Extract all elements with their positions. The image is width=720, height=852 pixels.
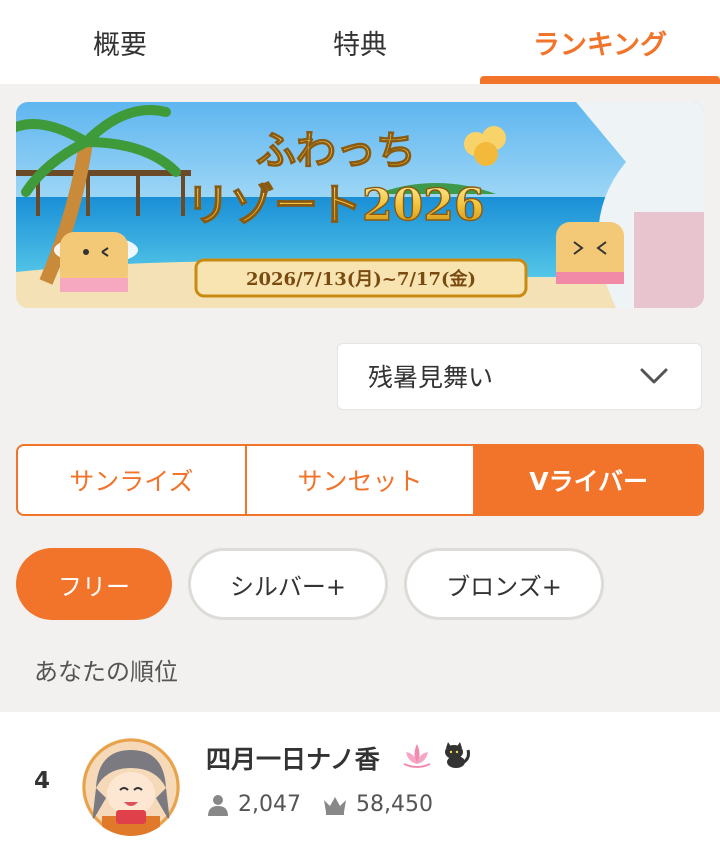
category-segmented-control: サンライズ サンセット Vライバー — [16, 444, 704, 516]
avatar[interactable] — [82, 738, 180, 836]
event-banner[interactable]: ふわっち リゾート2026 2026/7/13(月)~7/17(金) — [16, 102, 704, 308]
avatar-image — [82, 738, 180, 836]
filter-pill-silver[interactable]: シルバー+ — [188, 548, 388, 620]
follower-count: 2,047 — [238, 792, 301, 817]
tab-overview[interactable]: 概要 — [0, 0, 240, 84]
points-stat: 58,450 — [322, 792, 433, 817]
banner-title-line2: リゾート2026 — [186, 180, 484, 231]
your-rank-row[interactable]: 4 四月一日ナノ香 2,047 58,450 — [0, 712, 720, 852]
follower-stat: 2,047 — [206, 792, 301, 817]
points-count: 58,450 — [356, 792, 433, 817]
top-tab-bar: 概要 特典 ランキング — [0, 0, 720, 84]
segment-sunset[interactable]: サンセット — [247, 446, 476, 514]
dropdown-selected-value: 残暑見舞い — [368, 363, 494, 392]
lotus-icon — [403, 744, 431, 768]
segment-vliver[interactable]: Vライバー — [475, 446, 702, 514]
tab-ranking[interactable]: ランキング — [480, 0, 720, 84]
banner-title-line1: ふわっち — [256, 127, 416, 174]
filter-pill-bronze[interactable]: ブロンズ+ — [404, 548, 604, 620]
active-tab-indicator — [480, 76, 720, 84]
cat-icon — [445, 742, 470, 768]
banner-dates: 2026/7/13(月)~7/17(金) — [246, 268, 476, 290]
segment-sunrise[interactable]: サンライズ — [18, 446, 247, 514]
banner-illustration: ふわっち リゾート2026 2026/7/13(月)~7/17(金) — [16, 102, 704, 308]
your-rank-section-title: あなたの順位 — [34, 658, 178, 686]
filter-pill-free[interactable]: フリー — [16, 548, 172, 620]
chevron-down-icon — [640, 368, 668, 384]
crown-icon — [324, 796, 346, 815]
streamer-name: 四月一日ナノ香 — [206, 745, 380, 774]
category-dropdown[interactable]: 残暑見舞い — [337, 343, 702, 410]
person-icon — [208, 794, 228, 816]
rank-number: 4 — [34, 768, 51, 794]
tab-rewards[interactable]: 特典 — [240, 0, 480, 84]
name-badges — [400, 738, 472, 772]
